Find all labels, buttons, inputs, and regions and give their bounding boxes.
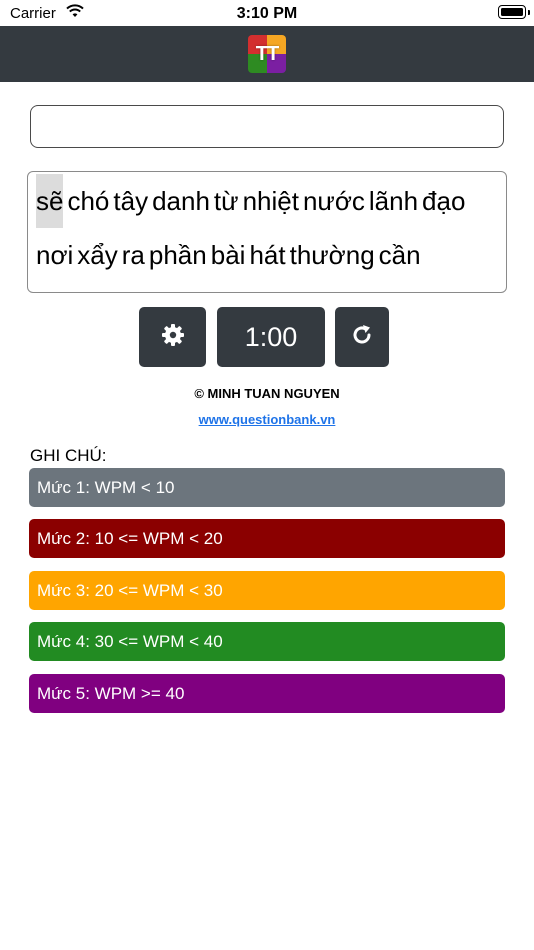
- word: phần: [148, 240, 207, 270]
- level-5-note: Mức 5: WPM >= 40: [29, 674, 505, 713]
- word: cần: [378, 240, 421, 270]
- gear-icon: [161, 323, 185, 352]
- top-navbar: TT: [0, 26, 534, 82]
- current-word: sẽ: [36, 174, 64, 228]
- word: ra: [121, 240, 145, 270]
- word: hát: [249, 240, 286, 270]
- notes-heading: GHI CHÚ:: [30, 446, 107, 465]
- battery-tip: [528, 10, 530, 15]
- app-logo[interactable]: TT: [248, 35, 286, 73]
- reset-button[interactable]: [335, 307, 389, 367]
- level-1-note: Mức 1: WPM < 10: [29, 468, 505, 507]
- battery-icon: [498, 5, 526, 19]
- word: nước: [302, 186, 365, 216]
- word: xẩy: [77, 240, 118, 270]
- word: lãnh: [368, 186, 419, 216]
- typing-input[interactable]: [30, 105, 504, 148]
- word: nhiệt: [242, 186, 299, 216]
- level-3-note: Mức 3: 20 <= WPM < 30: [29, 571, 505, 610]
- refresh-icon: [350, 323, 374, 352]
- word: thường: [289, 240, 375, 270]
- word: nơi: [36, 240, 74, 270]
- word: từ: [213, 186, 239, 216]
- level-4-note: Mức 4: 30 <= WPM < 40: [29, 622, 505, 661]
- level-2-note: Mức 2: 10 <= WPM < 20: [29, 519, 505, 558]
- word: danh: [152, 186, 210, 216]
- status-bar: Carrier 3:10 PM: [0, 0, 534, 26]
- website-link[interactable]: www.questionbank.vn: [0, 412, 534, 427]
- word: đạo: [422, 186, 466, 216]
- word: tây: [113, 186, 149, 216]
- copyright-text: © MINH TUAN NGUYEN: [194, 386, 340, 401]
- words-display: sẽ chó tây danh từ nhiệt nước lãnh đạo nơi xẩy ra ph…: [27, 171, 507, 293]
- word: chó: [67, 186, 110, 216]
- word: bài: [210, 240, 246, 270]
- logo-text: TT: [255, 43, 279, 65]
- timer-display: 1:00: [217, 307, 325, 367]
- settings-button[interactable]: [139, 307, 206, 367]
- clock: 3:10 PM: [236, 5, 298, 22]
